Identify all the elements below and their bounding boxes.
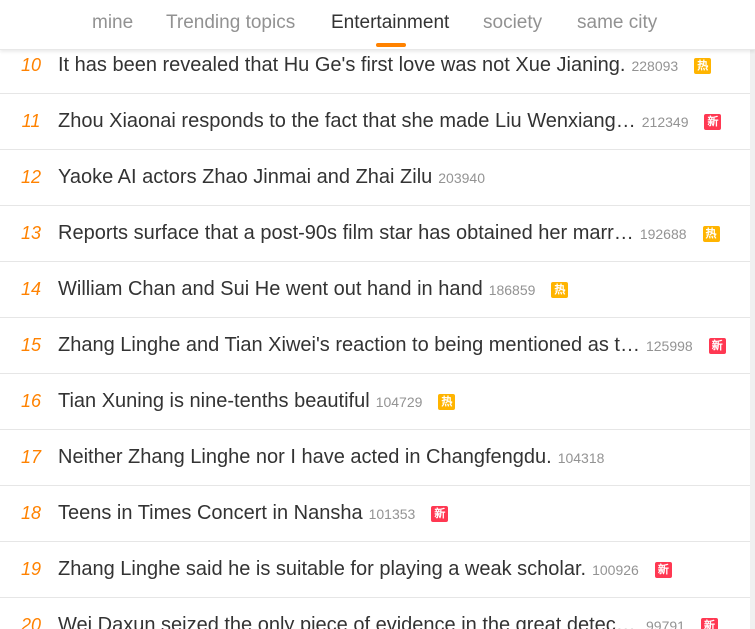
hot-badge-icon: 热	[694, 57, 712, 74]
rank-number: 16	[20, 391, 42, 411]
item-content: Zhou Xiaonai responds to the fact that s…	[58, 94, 750, 149]
active-tab-indicator	[376, 43, 406, 47]
list-item[interactable]: 15 Zhang Linghe and Tian Xiwei's reactio…	[0, 318, 750, 374]
rank-number: 19	[20, 559, 42, 579]
heat-count: 101353	[368, 505, 416, 522]
topic-title[interactable]: Neither Zhang Linghe nor I have acted in…	[58, 446, 552, 469]
rank-number: 17	[20, 447, 42, 467]
new-badge-icon: 新	[654, 561, 672, 578]
rank-number: 11	[21, 111, 41, 131]
item-content: Reports surface that a post-90s film sta…	[58, 206, 750, 261]
list-item[interactable]: 20 Wei Daxun seized the only piece of ev…	[0, 598, 750, 629]
list-item[interactable]: 18 Teens in Times Concert in Nansha 1013…	[0, 486, 750, 542]
heat-count: 186859	[488, 281, 536, 298]
rank-number: 20	[20, 615, 42, 629]
topic-title[interactable]: Zhang Linghe said he is suitable for pla…	[58, 558, 586, 581]
topic-title[interactable]: Wei Daxun seized the only piece of evide…	[58, 614, 640, 629]
topic-title[interactable]: William Chan and Sui He went out hand in…	[58, 278, 483, 301]
heat-count: 192688	[639, 225, 687, 242]
rank-number: 15	[20, 335, 42, 355]
rank-number: 18	[20, 503, 42, 523]
topic-title[interactable]: It has been revealed that Hu Ge's first …	[58, 54, 625, 77]
hot-badge-icon: 热	[438, 393, 456, 410]
topic-title[interactable]: Zhou Xiaonai responds to the fact that s…	[58, 110, 636, 133]
list-item[interactable]: 12 Yaoke AI actors Zhao Jinmai and Zhai …	[0, 150, 750, 206]
list-item[interactable]: 16 Tian Xuning is nine-tenths beautiful …	[0, 374, 750, 430]
vertical-scrollbar[interactable]	[750, 0, 755, 629]
heat-count: 99791	[646, 617, 685, 629]
tab-entertainment[interactable]: Entertainment	[331, 12, 449, 34]
tab-society[interactable]: society	[483, 12, 542, 34]
item-content: Neither Zhang Linghe nor I have acted in…	[58, 430, 750, 485]
item-content: Zhang Linghe said he is suitable for pla…	[58, 542, 750, 597]
topic-title[interactable]: Zhang Linghe and Tian Xiwei's reaction t…	[58, 334, 640, 357]
tab-trending-topics[interactable]: Trending topics	[166, 12, 295, 34]
heat-count: 212349	[641, 113, 689, 130]
item-content: Wei Daxun seized the only piece of evide…	[58, 598, 750, 629]
new-badge-icon: 新	[704, 113, 722, 130]
item-content: William Chan and Sui He went out hand in…	[58, 262, 750, 317]
item-content: Teens in Times Concert in Nansha 101353 …	[58, 486, 750, 541]
topic-title[interactable]: Reports surface that a post-90s film sta…	[58, 222, 634, 245]
topic-title[interactable]: Tian Xuning is nine-tenths beautiful	[58, 390, 370, 413]
tab-same-city[interactable]: same city	[577, 12, 657, 34]
rank-number: 12	[20, 167, 42, 187]
topic-title[interactable]: Yaoke AI actors Zhao Jinmai and Zhai Zil…	[58, 166, 432, 189]
list-item[interactable]: 17 Neither Zhang Linghe nor I have acted…	[0, 430, 750, 486]
new-badge-icon: 新	[708, 337, 726, 354]
list-item[interactable]: 13 Reports surface that a post-90s film …	[0, 206, 750, 262]
topic-title[interactable]: Teens in Times Concert in Nansha	[58, 502, 363, 525]
hot-badge-icon: 热	[702, 225, 720, 242]
rank-number: 10	[20, 55, 42, 75]
rank-number: 14	[20, 279, 42, 299]
item-content: Tian Xuning is nine-tenths beautiful 104…	[58, 374, 750, 429]
tab-mine[interactable]: mine	[92, 12, 133, 34]
heat-count: 203940	[438, 169, 485, 186]
list-item[interactable]: 11 Zhou Xiaonai responds to the fact tha…	[0, 94, 750, 150]
item-content: Zhang Linghe and Tian Xiwei's reaction t…	[58, 318, 750, 373]
heat-count: 100926	[592, 561, 639, 578]
heat-count: 104729	[375, 393, 423, 410]
heat-count: 125998	[645, 337, 693, 354]
hot-badge-icon: 热	[551, 281, 569, 298]
category-tab-bar: mine Trending topics Entertainment socie…	[0, 0, 755, 50]
list-item[interactable]: 14 William Chan and Sui He went out hand…	[0, 262, 750, 318]
trending-list: 10 It has been revealed that Hu Ge's fir…	[0, 38, 750, 629]
heat-count: 104318	[557, 449, 605, 466]
rank-number: 13	[20, 223, 42, 243]
item-content: Yaoke AI actors Zhao Jinmai and Zhai Zil…	[58, 150, 750, 205]
new-badge-icon: 新	[700, 617, 718, 629]
heat-count: 228093	[631, 57, 679, 74]
list-item[interactable]: 19 Zhang Linghe said he is suitable for …	[0, 542, 750, 598]
new-badge-icon: 新	[431, 505, 449, 522]
